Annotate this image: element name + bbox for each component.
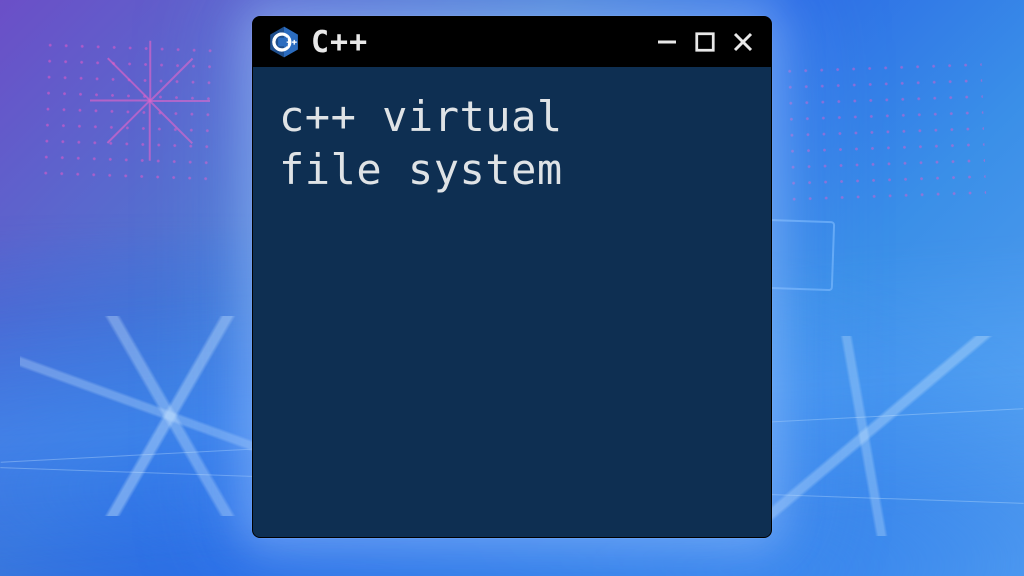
maximize-button[interactable] bbox=[691, 28, 719, 56]
window-title: C++ bbox=[311, 25, 368, 60]
terminal-text: c++ virtual file system bbox=[279, 91, 745, 196]
cpp-logo-icon bbox=[267, 25, 301, 59]
maximize-icon bbox=[694, 31, 716, 53]
minimize-button[interactable] bbox=[653, 28, 681, 56]
terminal-window: C++ bbox=[252, 16, 772, 538]
close-icon bbox=[731, 30, 755, 54]
titlebar[interactable]: C++ bbox=[253, 17, 771, 67]
bg-square bbox=[763, 219, 835, 291]
close-button[interactable] bbox=[729, 28, 757, 56]
terminal-body[interactable]: c++ virtual file system bbox=[253, 67, 771, 537]
bg-starburst bbox=[110, 60, 190, 140]
minimize-icon bbox=[655, 30, 679, 54]
